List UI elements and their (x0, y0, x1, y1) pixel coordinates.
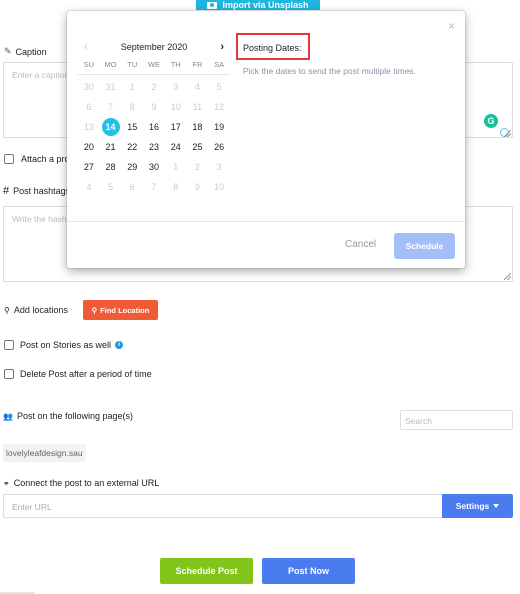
external-url-label: ⚭ Connect the post to an external URL (3, 478, 160, 488)
calendar-day: 13 (83, 122, 94, 132)
posting-dates-modal: × ‹ September 2020 › SU MO TU WE TH FR SA 30 31… (67, 11, 465, 268)
calendar-day: 2 (151, 82, 157, 92)
calendar-day[interactable]: 20 (78, 137, 100, 157)
calendar-header: ‹ September 2020 › (78, 39, 230, 55)
posting-dates-title: Posting Dates: (243, 43, 302, 53)
calendar-day: 7 (151, 182, 157, 192)
weekday-label: TU (127, 60, 138, 69)
calendar-day: 31 (105, 82, 116, 92)
calendar-day: 11 (192, 102, 203, 112)
schedule-button[interactable]: Schedule (394, 233, 455, 259)
pages-search-input[interactable]: Search (400, 410, 513, 430)
calendar-day[interactable]: 29 (121, 157, 143, 177)
weekday-label: SU (83, 60, 95, 69)
calendar-day: 1 (129, 82, 135, 92)
calendar-day: 10 (214, 182, 225, 192)
schedule-post-button[interactable]: Schedule Post (160, 558, 253, 584)
attach-product-checkbox[interactable] (4, 154, 14, 164)
calendar-day: 4 (194, 82, 200, 92)
calendar-day[interactable]: 19 (208, 117, 230, 137)
calendar-day: 5 (216, 82, 222, 92)
stories-label: Post on Stories as well (20, 340, 112, 350)
pages-label: 👥 Post on the following page(s) (3, 411, 134, 421)
import-unsplash-label: Import via Unsplash (222, 0, 309, 10)
posting-dates-description: Pick the dates to send the post multiple… (243, 66, 416, 76)
close-icon[interactable]: × (448, 19, 455, 33)
weekday-label: WE (147, 60, 161, 69)
calendar-day: 9 (194, 182, 200, 192)
calendar-day: 7 (108, 102, 114, 112)
stories-row: Post on Stories as well i (4, 340, 124, 350)
caption-label: ✎ Caption (4, 46, 47, 57)
calendar-day[interactable]: 22 (121, 137, 143, 157)
calendar-day[interactable]: 15 (121, 117, 143, 137)
calendar-month-label: September 2020 (120, 42, 188, 52)
weekday-label: MO (104, 60, 117, 69)
calendar-day[interactable]: 30 (143, 157, 165, 177)
cancel-button[interactable]: Cancel (345, 239, 376, 250)
weekday-header: SU MO TU WE TH FR SA (78, 59, 230, 75)
url-input[interactable]: Enter URL (3, 494, 443, 518)
delete-post-checkbox[interactable] (4, 369, 14, 379)
calendar-day[interactable]: 28 (100, 157, 122, 177)
calendar-day: 6 (129, 182, 135, 192)
weekday-label: SA (214, 60, 225, 69)
calendar-day[interactable]: 21 (100, 137, 122, 157)
import-unsplash-button[interactable]: Import via Unsplash (196, 0, 320, 10)
calendar-day: 4 (86, 182, 92, 192)
delete-post-row: Delete Post after a period of time (4, 369, 152, 379)
calendar-day[interactable]: 17 (165, 117, 187, 137)
calendar-day: 12 (214, 102, 225, 112)
calendar: ‹ September 2020 › SU MO TU WE TH FR SA 30 31 1 2… (78, 39, 230, 197)
calendar-day[interactable]: 23 (143, 137, 165, 157)
modal-footer-divider (67, 221, 465, 222)
weekday-label: TH (170, 60, 181, 69)
calendar-day: 5 (108, 182, 114, 192)
camera-icon (207, 1, 218, 9)
delete-post-label: Delete Post after a period of time (20, 369, 152, 379)
calendar-day: 30 (83, 82, 94, 92)
hashtags-label: # Post hashtags (3, 185, 71, 197)
calendar-day[interactable]: 16 (143, 117, 165, 137)
users-icon: 👥 (3, 411, 13, 421)
resize-handle-icon[interactable] (504, 130, 511, 137)
chevron-right-icon[interactable]: › (220, 41, 224, 53)
calendar-days: 30 31 1 2 3 4 5 6 7 8 9 10 11 12 13 14 15 16 17 18 19 20 21 22 2… (78, 77, 230, 197)
calendar-day: 2 (194, 162, 200, 172)
hash-icon: # (3, 185, 10, 197)
map-pin-icon: ⚲ (4, 305, 10, 315)
search-icon: ⚲ (91, 305, 98, 315)
locations-label: ⚲ Add locations (4, 305, 68, 315)
calendar-day[interactable]: 25 (187, 137, 209, 157)
calendar-day: 10 (170, 102, 181, 112)
calendar-day: 3 (173, 82, 179, 92)
calendar-day: 3 (216, 162, 222, 172)
calendar-day: 6 (86, 102, 92, 112)
weekday-label: FR (192, 60, 203, 69)
resize-handle-icon[interactable] (504, 273, 511, 280)
post-now-button[interactable]: Post Now (262, 558, 355, 584)
caret-down-icon (493, 504, 500, 508)
link-icon: ⚭ (3, 478, 10, 488)
calendar-day: 8 (129, 102, 135, 112)
stories-checkbox[interactable] (4, 340, 14, 350)
calendar-day: 9 (151, 102, 157, 112)
selected-page-chip[interactable]: lovelyleafdesign.sau (3, 444, 86, 462)
grammarly-icon[interactable]: G (484, 114, 498, 128)
info-icon[interactable]: i (115, 341, 124, 349)
calendar-day-selected[interactable]: 14 (100, 117, 122, 137)
calendar-day: 8 (173, 182, 179, 192)
calendar-day[interactable]: 27 (78, 157, 100, 177)
chevron-left-icon[interactable]: ‹ (84, 41, 88, 53)
edit-icon: ✎ (4, 46, 12, 56)
find-location-button[interactable]: ⚲ Find Location (83, 300, 158, 320)
settings-dropdown-button[interactable]: Settings (442, 494, 513, 518)
calendar-day: 1 (173, 162, 179, 172)
calendar-day[interactable]: 26 (208, 137, 230, 157)
calendar-day[interactable]: 18 (187, 117, 209, 137)
calendar-day[interactable]: 24 (165, 137, 187, 157)
